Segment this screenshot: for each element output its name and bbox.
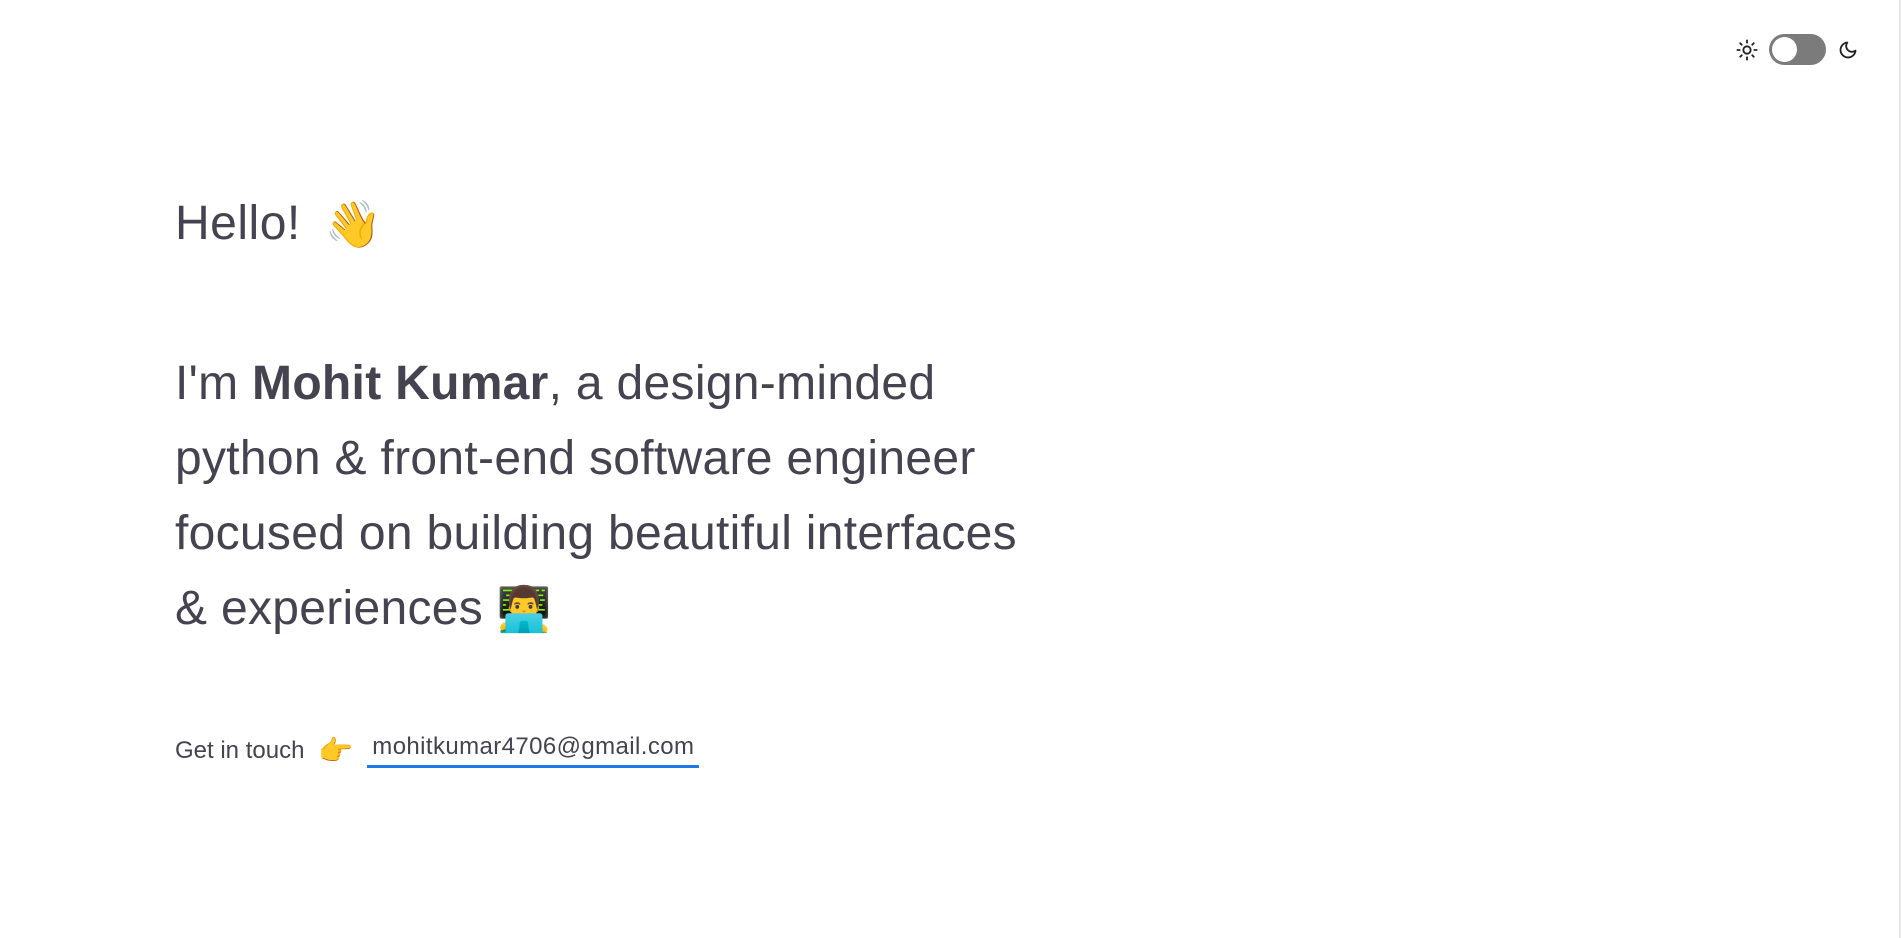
greeting-text: Hello! bbox=[175, 197, 301, 250]
greeting: Hello! 👋 bbox=[175, 190, 1075, 258]
hero-section: Hello! 👋 I'm Mohit Kumar, a design-minde… bbox=[175, 190, 1075, 768]
theme-switch[interactable] bbox=[1769, 34, 1826, 65]
intro-prefix: I'm bbox=[175, 357, 253, 410]
moon-icon bbox=[1836, 38, 1860, 62]
author-name: Mohit Kumar bbox=[252, 357, 549, 410]
technologist-emoji-icon: 👨‍💻 bbox=[496, 585, 552, 634]
theme-switch-knob[interactable] bbox=[1772, 37, 1797, 62]
email-link[interactable]: mohitkumar4706@gmail.com bbox=[367, 733, 700, 768]
wave-emoji-icon: 👋 bbox=[324, 198, 383, 250]
theme-toggle[interactable] bbox=[1735, 34, 1860, 65]
contact-label: Get in touch bbox=[175, 736, 305, 764]
intro-paragraph: I'm Mohit Kumar, a design-minded python … bbox=[175, 346, 1055, 647]
sun-icon bbox=[1735, 38, 1759, 62]
pointing-hand-emoji-icon: 👉 bbox=[318, 735, 354, 766]
contact-row: Get in touch 👉 mohitkumar4706@gmail.com bbox=[175, 733, 1075, 768]
